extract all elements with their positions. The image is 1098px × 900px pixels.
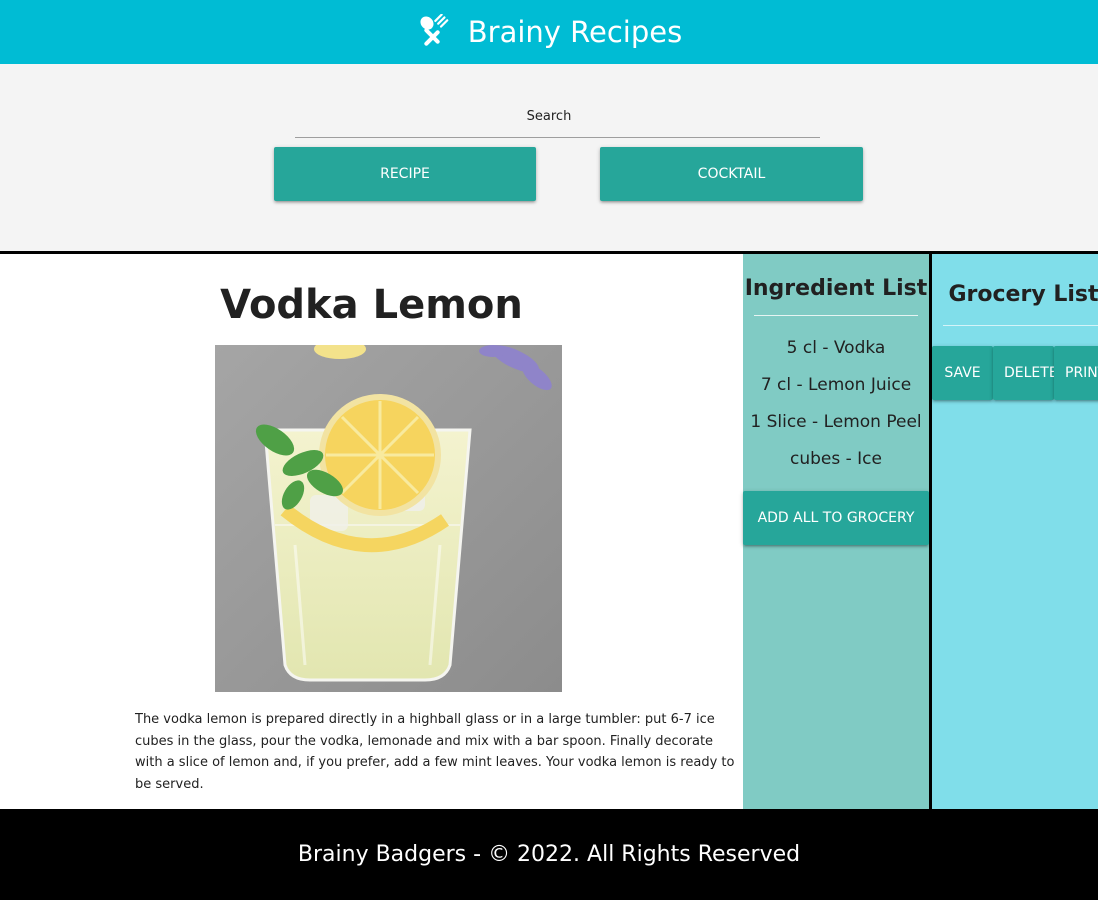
utensils-icon [420,14,449,46]
ingredient-item[interactable]: 1 Slice - Lemon Peel [743,410,929,447]
footer-text: Brainy Badgers - © 2022. All Rights Rese… [297,842,801,867]
app-title: Brainy Recipes [467,15,683,49]
brand[interactable]: Brainy Recipes [416,14,682,50]
search-input[interactable] [295,126,820,138]
ingredients-list: 5 cl - Vodka 7 cl - Lemon Juice 1 Slice … [743,336,929,484]
delete-button[interactable]: DELETE [993,346,1054,400]
search-section: Search RECIPE COCKTAIL [0,64,1098,251]
grocery-divider [943,325,1098,326]
recipe-panel: Vodka Lemon The vodka lemon is prepared … [0,254,743,809]
grocery-panel: Grocery List SAVE DELETE PRINT [932,254,1098,809]
app-header: Brainy Recipes [0,0,1098,64]
recipe-description: The vodka lemon is prepared directly in … [135,712,735,792]
search-label: Search [526,109,572,124]
ingredients-divider [754,315,918,316]
ingredients-title: Ingredient List [744,276,928,301]
recipe-image [215,345,562,692]
ingredient-item[interactable]: cubes - Ice [743,447,929,484]
app-footer: Brainy Badgers - © 2022. All Rights Rese… [0,809,1098,900]
ingredient-item[interactable]: 7 cl - Lemon Juice [743,373,929,410]
save-button[interactable]: SAVE [932,346,993,400]
ingredient-item[interactable]: 5 cl - Vodka [743,336,929,373]
print-button[interactable]: PRINT [1054,346,1098,400]
recipe-search-button[interactable]: RECIPE [274,147,536,201]
ingredients-panel: Ingredient List 5 cl - Vodka 7 cl - Lemo… [743,254,929,809]
grocery-title: Grocery List [948,282,1098,307]
recipe-title: Vodka Lemon [220,282,523,328]
add-all-to-grocery-button[interactable]: ADD ALL TO GROCERY [743,491,929,545]
drink-photo-icon [215,345,562,692]
cocktail-search-button[interactable]: COCKTAIL [600,147,863,201]
